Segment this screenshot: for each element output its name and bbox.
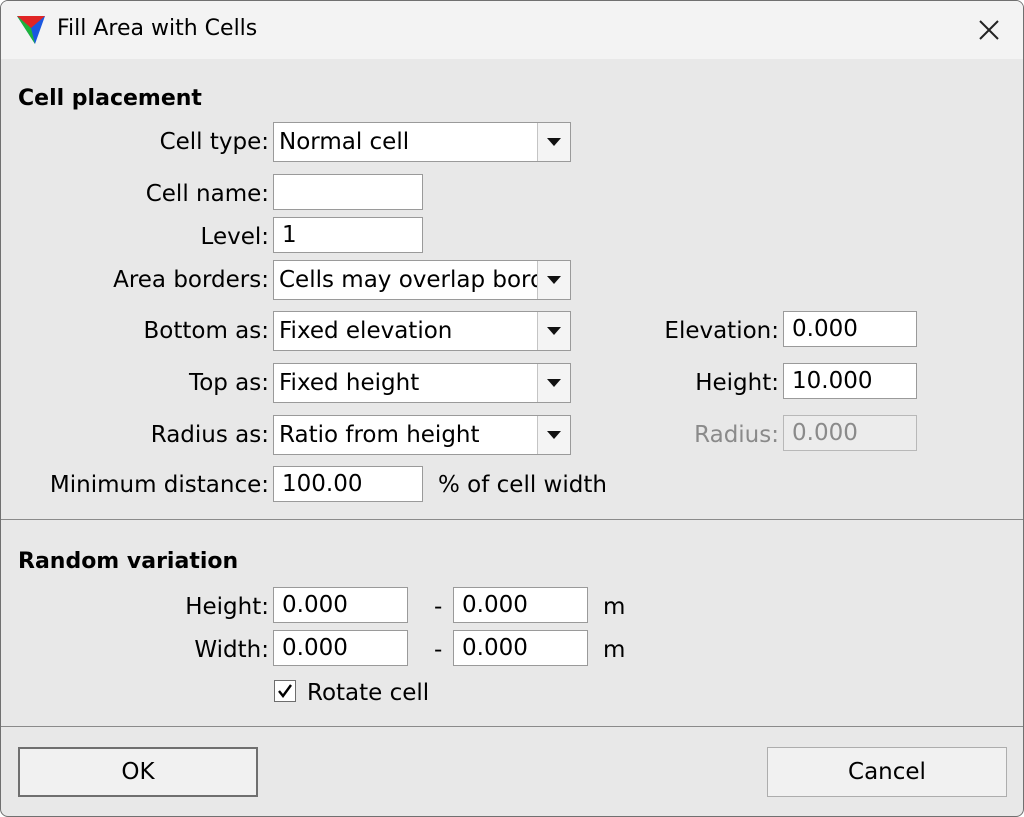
height-label: Height: xyxy=(695,370,779,396)
close-button[interactable] xyxy=(961,7,1017,53)
cell-name-input[interactable] xyxy=(273,174,423,210)
checkmark-icon xyxy=(278,684,292,698)
chevron-down-icon[interactable] xyxy=(537,312,570,350)
dialog-window: Fill Area with Cells Cell placement Cell… xyxy=(0,0,1024,817)
level-label: Level: xyxy=(200,224,269,250)
random-width-label: Width: xyxy=(194,637,269,663)
radius-label: Radius: xyxy=(694,422,779,448)
chevron-down-icon[interactable] xyxy=(537,416,570,454)
buttons-divider xyxy=(1,726,1023,727)
elevation-input[interactable]: 0.000 xyxy=(783,311,917,347)
window-title: Fill Area with Cells xyxy=(57,16,258,41)
cell-type-select[interactable]: Normal cell xyxy=(273,122,571,162)
bottom-as-select[interactable]: Fixed elevation xyxy=(273,311,571,351)
radius-as-label: Radius as: xyxy=(150,422,269,448)
ok-button-label: OK xyxy=(121,759,155,785)
top-as-label: Top as: xyxy=(189,370,269,396)
cell-type-value: Normal cell xyxy=(279,129,410,155)
cancel-button[interactable]: Cancel xyxy=(767,747,1007,797)
top-as-value: Fixed height xyxy=(279,370,420,396)
close-icon xyxy=(979,20,999,40)
random-height-label: Height: xyxy=(185,594,269,620)
title-bar: Fill Area with Cells xyxy=(1,1,1023,59)
random-width-unit: m xyxy=(603,637,626,663)
radius-input: 0.000 xyxy=(783,415,917,451)
random-width-to-input[interactable]: 0.000 xyxy=(453,630,588,666)
minimum-distance-label: Minimum distance: xyxy=(49,472,269,498)
area-borders-label: Area borders: xyxy=(113,267,269,293)
rotate-cell-checkbox[interactable] xyxy=(274,680,296,702)
random-height-to-input[interactable]: 0.000 xyxy=(453,587,588,623)
elevation-label: Elevation: xyxy=(664,318,779,344)
random-width-from-input[interactable]: 0.000 xyxy=(273,630,408,666)
minimum-distance-input[interactable]: 100.00 xyxy=(273,466,423,502)
random-width-dash: - xyxy=(434,637,443,663)
random-height-unit: m xyxy=(603,594,626,620)
chevron-down-icon[interactable] xyxy=(537,261,570,299)
height-input[interactable]: 10.000 xyxy=(783,363,917,399)
random-height-dash: - xyxy=(434,594,443,620)
section-divider xyxy=(1,519,1023,520)
chevron-down-icon[interactable] xyxy=(537,123,570,161)
section-random-variation: Random variation xyxy=(18,549,239,574)
minimum-distance-unit: % of cell width xyxy=(438,472,607,498)
area-borders-value: Cells may overlap borders xyxy=(279,267,537,293)
ok-button[interactable]: OK xyxy=(18,747,258,797)
radius-as-select[interactable]: Ratio from height xyxy=(273,415,571,455)
section-cell-placement: Cell placement xyxy=(18,86,202,111)
colored-triangle-icon xyxy=(17,16,45,44)
cell-type-label: Cell type: xyxy=(159,129,269,155)
bottom-as-label: Bottom as: xyxy=(143,318,269,344)
cancel-button-label: Cancel xyxy=(848,759,926,785)
area-borders-select[interactable]: Cells may overlap borders xyxy=(273,260,571,300)
cell-name-label: Cell name: xyxy=(145,181,269,207)
rotate-cell-label[interactable]: Rotate cell xyxy=(307,680,429,706)
top-as-select[interactable]: Fixed height xyxy=(273,363,571,403)
level-input[interactable]: 1 xyxy=(273,217,423,253)
random-height-from-input[interactable]: 0.000 xyxy=(273,587,408,623)
bottom-as-value: Fixed elevation xyxy=(279,318,453,344)
radius-as-value: Ratio from height xyxy=(279,422,480,448)
chevron-down-icon[interactable] xyxy=(537,364,570,402)
